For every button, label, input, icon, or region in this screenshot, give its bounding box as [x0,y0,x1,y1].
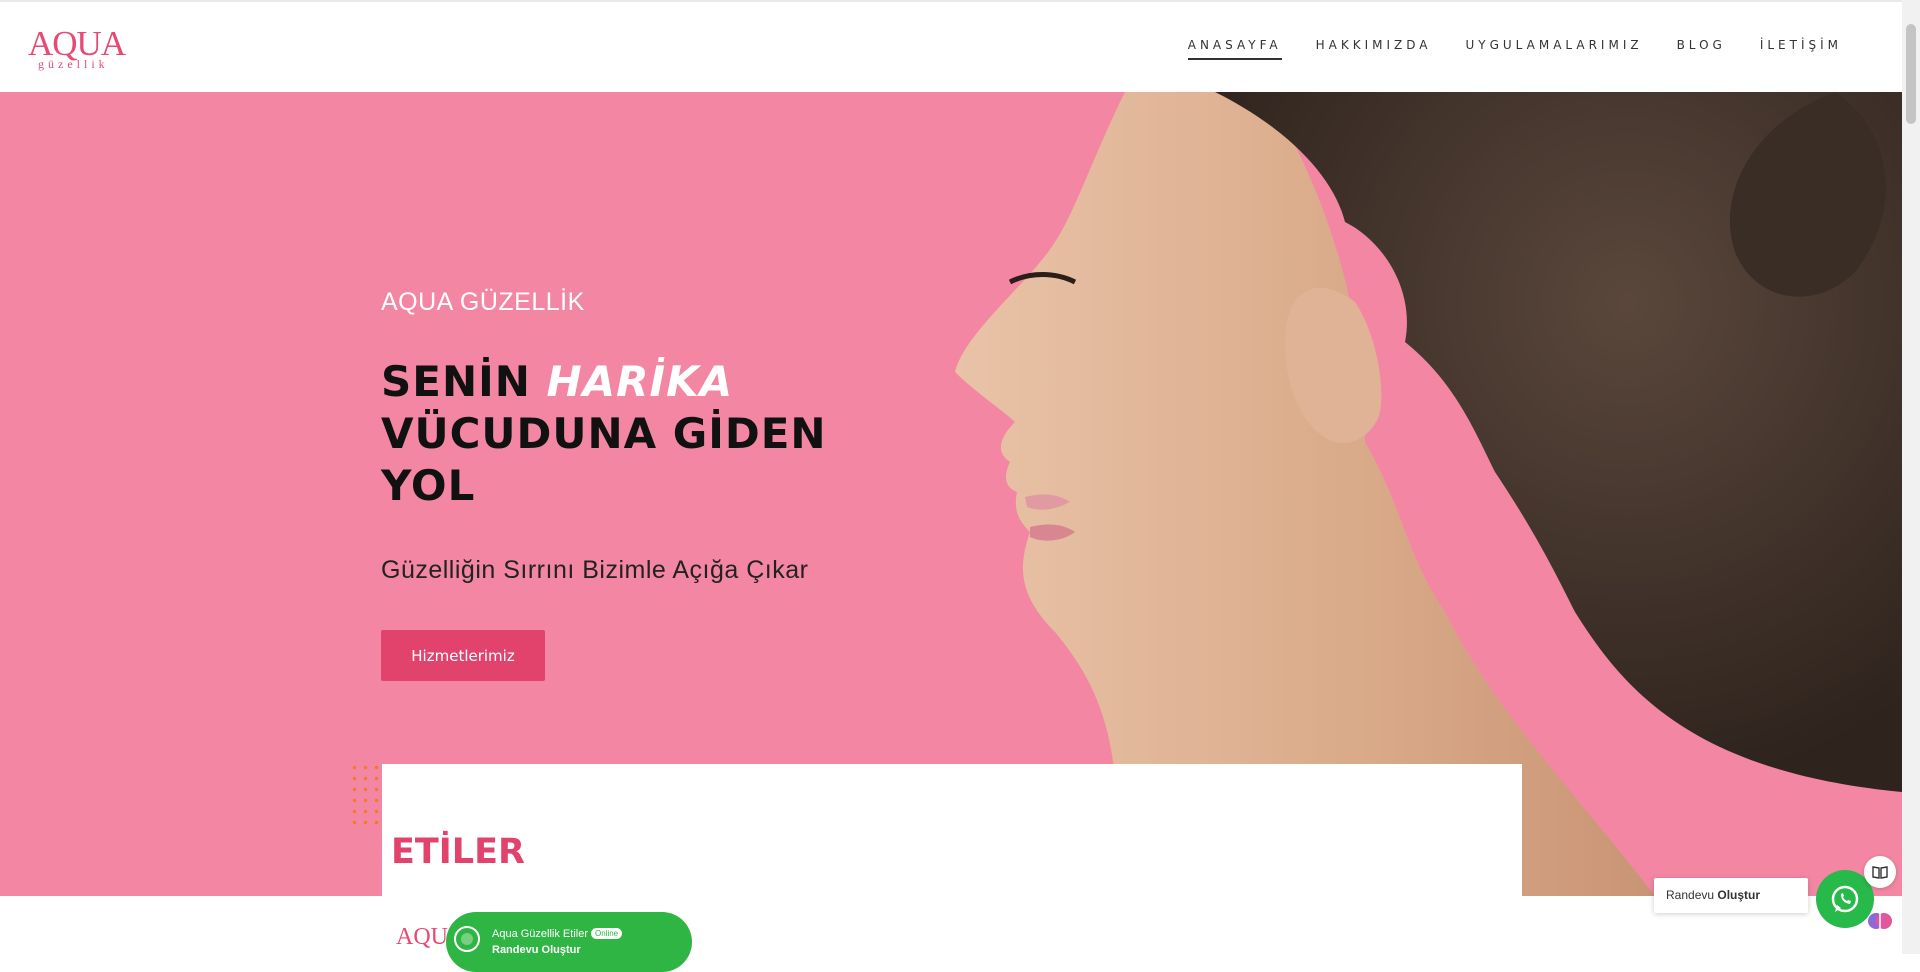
site-logo[interactable]: AQUA güzellik [28,24,128,72]
whatsapp-chat-bar[interactable]: Aqua Güzellik Etiler Online Randevu Oluşt… [446,912,692,972]
appointment-label[interactable]: Randevu Oluştur [1654,878,1808,913]
headline-end: VÜCUDUNA GİDEN YOL [381,409,827,510]
appointment-label-prefix: Randevu [1666,888,1718,902]
whatsapp-contact: Aqua Güzellik Etiler Online [492,928,623,940]
whatsapp-contact-name: Aqua Güzellik Etiler [492,928,588,940]
reader-mode-button[interactable] [1864,856,1896,888]
nav-item-iletisim[interactable]: İLETİŞİM [1760,38,1842,60]
main-nav: ANASAYFA HAKKIMIZDA UYGULAMALARIMIZ BLOG… [1187,38,1842,60]
scrollbar-thumb[interactable] [1906,24,1916,124]
brain-icon [1868,913,1892,929]
location-title: ETİLER [391,832,525,872]
headline-start: SENİN [381,357,547,406]
nav-item-hakkimizda[interactable]: HAKKIMIZDA [1316,38,1432,60]
nav-item-blog[interactable]: BLOG [1677,38,1726,60]
logo-subtitle: güzellik [38,57,109,71]
book-reader-icon [1872,866,1888,879]
online-badge: Online [591,928,623,939]
whatsapp-icon [454,926,480,952]
nav-item-uygulamalarimiz[interactable]: UYGULAMALARIMIZ [1465,38,1642,60]
nav-item-anasayfa[interactable]: ANASAYFA [1187,38,1282,60]
appointment-label-bold: Oluştur [1717,888,1761,902]
headline-highlight: HARİKA [546,357,734,406]
services-button[interactable]: Hizmetlerimiz [381,630,545,681]
whatsapp-icon [1831,885,1859,913]
hero-headline: SENİN HARİKA VÜCUDUNA GİDEN YOL [381,356,901,512]
site-header: AQUA güzellik ANASAYFA HAKKIMIZDA UYGULA… [0,2,1902,92]
accessibility-button[interactable] [1864,905,1896,937]
whatsapp-action: Randevu Oluştur [492,944,581,956]
page-scrollbar[interactable] [1902,0,1920,954]
hero-tagline: Güzelliğin Sırrını Bizimle Açığa Çıkar [381,556,809,584]
hero-eyebrow: AQUA GÜZELLİK [381,288,585,316]
